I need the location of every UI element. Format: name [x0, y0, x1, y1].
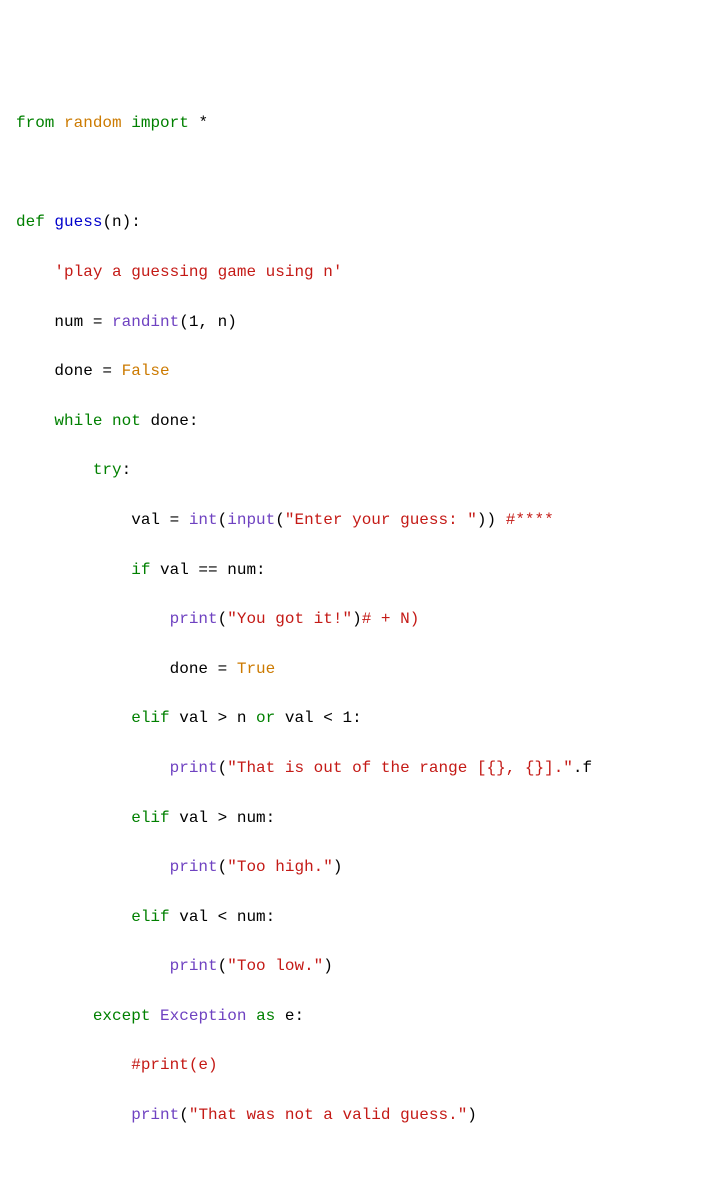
module-name: random [64, 114, 122, 132]
docstring: 'play a guessing game using n' [54, 263, 342, 281]
bool-true: True [237, 660, 275, 678]
code-line: except Exception as e: [16, 1004, 704, 1029]
cond: val > num: [170, 809, 276, 827]
var: e: [275, 1007, 304, 1025]
keyword-if: if [131, 561, 150, 579]
call-print: print [131, 1106, 179, 1124]
cond: val > n [170, 709, 256, 727]
code-line: done = True [16, 657, 704, 682]
keyword-elif: elif [131, 908, 169, 926]
string-literal: "You got it!" [227, 610, 352, 628]
code-line: done = False [16, 359, 704, 384]
code-line: print("That was not a valid guess.") [16, 1103, 704, 1128]
keyword-def: def [16, 213, 45, 231]
keyword-or: or [256, 709, 275, 727]
code-line: try: [16, 458, 704, 483]
cond: val < num: [170, 908, 276, 926]
truncated: .f [573, 759, 592, 777]
keyword-from: from [16, 114, 54, 132]
bool-false: False [122, 362, 170, 380]
call-print: print [170, 759, 218, 777]
assign: val = [131, 511, 189, 529]
keyword-elif: elif [131, 809, 169, 827]
code-line: from random import * [16, 111, 704, 136]
call-randint: randint [112, 313, 179, 331]
assign: done = [54, 362, 121, 380]
keyword-try: try [93, 461, 122, 479]
assign: num = [54, 313, 112, 331]
code-line: num = randint(1, n) [16, 310, 704, 335]
args: (1, n) [179, 313, 237, 331]
string-literal: "Too high." [227, 858, 333, 876]
keyword-import: import [131, 114, 189, 132]
code-line: #print(e) [16, 1053, 704, 1078]
call-int: int [189, 511, 218, 529]
code-block: from random import * def guess(n): 'play… [16, 111, 704, 1128]
colon: : [122, 461, 132, 479]
keyword-while: while [54, 412, 102, 430]
comment: #**** [506, 511, 554, 529]
function-name: guess [54, 213, 102, 231]
code-line-blank [16, 161, 704, 186]
params: (n): [102, 213, 140, 231]
keyword-not: not [112, 412, 141, 430]
assign: done = [170, 660, 237, 678]
string-literal: "Enter your guess: " [285, 511, 477, 529]
code-line: elif val > num: [16, 806, 704, 831]
call-input: input [227, 511, 275, 529]
string-literal: "That was not a valid guess." [189, 1106, 467, 1124]
call-print: print [170, 957, 218, 975]
comment: #print(e) [131, 1056, 217, 1074]
call-print: print [170, 858, 218, 876]
exception-class: Exception [160, 1007, 246, 1025]
cond: val == num: [150, 561, 265, 579]
code-line: 'play a guessing game using n' [16, 260, 704, 285]
code-line: print("Too low.") [16, 954, 704, 979]
cond: val < 1: [275, 709, 361, 727]
comment: # + N) [362, 610, 420, 628]
call-print: print [170, 610, 218, 628]
keyword-except: except [93, 1007, 151, 1025]
code-line: elif val > n or val < 1: [16, 706, 704, 731]
code-line: print("You got it!")# + N) [16, 607, 704, 632]
wildcard: * [198, 114, 208, 132]
keyword-as: as [256, 1007, 275, 1025]
code-line: val = int(input("Enter your guess: ")) #… [16, 508, 704, 533]
keyword-elif: elif [131, 709, 169, 727]
code-line: if val == num: [16, 558, 704, 583]
string-literal: "That is out of the range [{}, {}]." [227, 759, 573, 777]
code-line: def guess(n): [16, 210, 704, 235]
code-line: elif val < num: [16, 905, 704, 930]
string-literal: "Too low." [227, 957, 323, 975]
code-line: print("That is out of the range [{}, {}]… [16, 756, 704, 781]
code-line: print("Too high.") [16, 855, 704, 880]
code-line: while not done: [16, 409, 704, 434]
cond: done: [141, 412, 199, 430]
